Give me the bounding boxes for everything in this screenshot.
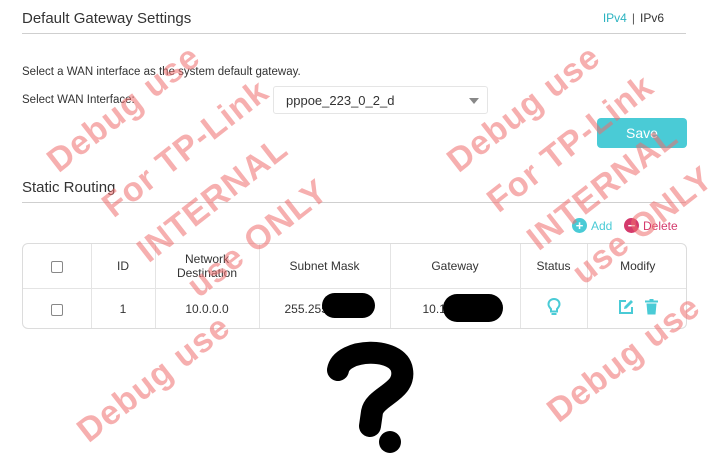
add-button[interactable]: + Add	[572, 218, 612, 233]
delete-button[interactable]: − Delete	[624, 218, 678, 233]
wan-interface-label: Select WAN Interface:	[22, 94, 135, 106]
section-divider	[22, 33, 686, 34]
col-header-subnet-mask: Subnet Mask	[259, 244, 391, 288]
minus-circle-icon: −	[624, 218, 639, 233]
cell-network-destination: 10.0.0.0	[155, 288, 260, 328]
row-select-cell	[23, 288, 92, 328]
select-all-checkbox[interactable]	[50, 260, 63, 273]
wan-interface-select[interactable]: pppoe_223_0_2_d	[273, 86, 488, 114]
static-routing-title: Static Routing	[22, 179, 116, 196]
row-checkbox[interactable]	[50, 303, 63, 316]
col-header-modify: Modify	[620, 258, 656, 273]
save-button[interactable]: Save	[597, 118, 687, 148]
select-all-cell	[23, 244, 92, 288]
redaction-mark	[443, 294, 503, 322]
gateway-description: Select a WAN interface as the system def…	[22, 66, 301, 78]
chevron-down-icon	[469, 98, 479, 104]
tab-separator: |	[631, 11, 635, 25]
lightbulb-icon[interactable]	[546, 297, 561, 320]
add-label: Add	[591, 218, 613, 233]
default-gateway-title: Default Gateway Settings	[22, 10, 192, 27]
table-header-row: ID Network Destination Subnet Mask Gatew…	[23, 244, 686, 288]
edit-icon[interactable]	[618, 299, 634, 318]
section-divider	[22, 202, 686, 203]
tab-ipv4[interactable]: IPv4	[603, 11, 627, 25]
cell-modify	[587, 288, 686, 328]
cell-id: 1	[91, 288, 156, 328]
col-header-network-destination: Network Destination	[155, 244, 260, 288]
col-header-status: Status	[520, 244, 588, 288]
add-circle-icon: +	[572, 218, 587, 233]
cell-status	[520, 288, 588, 328]
watermark-text: Debug use	[40, 37, 208, 180]
scribbled-question-mark	[327, 341, 414, 453]
redaction-mark	[322, 293, 375, 318]
col-header-gateway: Gateway	[390, 244, 521, 288]
ip-version-switch: IPv4 | IPv6	[603, 11, 664, 25]
trash-icon[interactable]	[644, 299, 658, 318]
delete-label: Delete	[643, 218, 678, 233]
col-header-id: ID	[91, 244, 156, 288]
tab-ipv6[interactable]: IPv6	[640, 11, 664, 25]
wan-interface-value: pppoe_223_0_2_d	[286, 93, 395, 108]
